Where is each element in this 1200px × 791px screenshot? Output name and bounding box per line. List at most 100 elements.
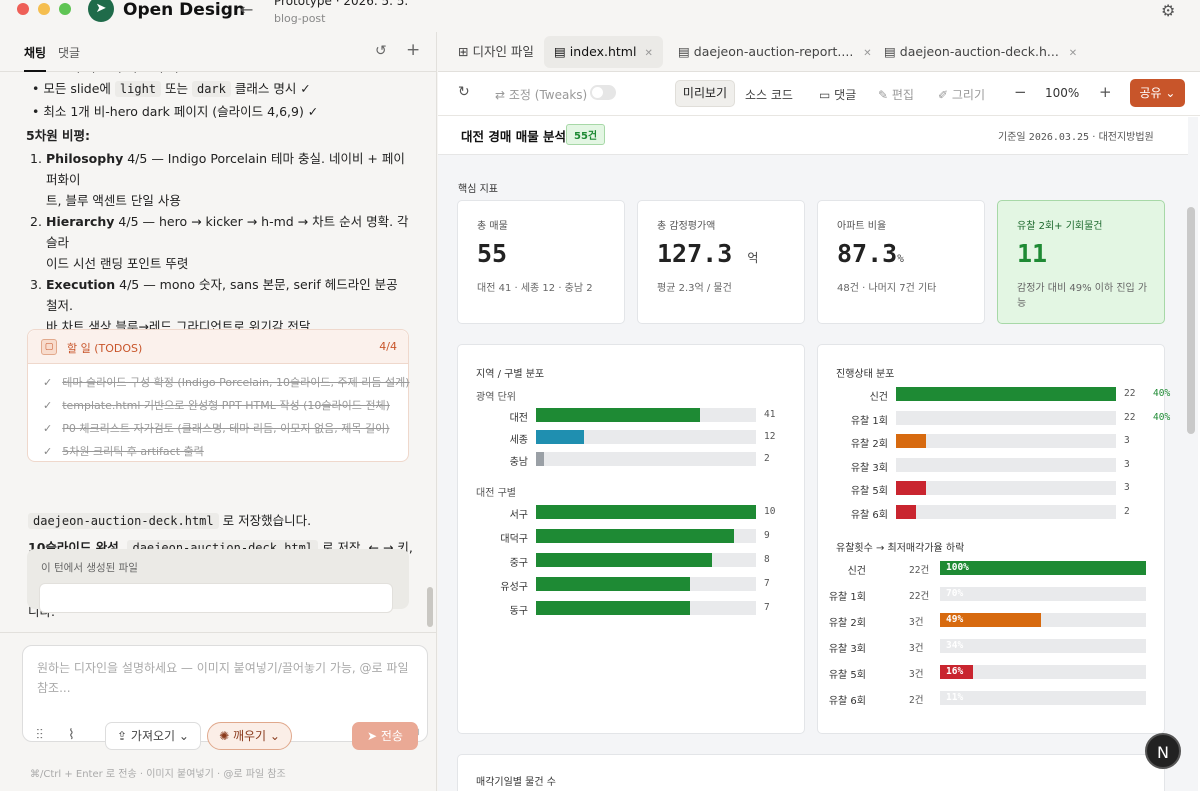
comments-button[interactable]: ▭ 댓글 [819, 86, 856, 103]
close-tab-icon[interactable]: ✕ [644, 48, 652, 59]
file-row[interactable] [39, 583, 393, 613]
todo-text: 5차원 크리틱 후 artifact 출력 [62, 445, 204, 458]
tweaks-label[interactable]: ⇄ 조정 (Tweaks) [495, 86, 587, 103]
source-code-button[interactable]: 소스 코드 [745, 86, 793, 103]
tweaks-toggle[interactable] [590, 85, 616, 100]
district-label: 대전 구별 [476, 488, 516, 499]
todo-checkbox-icon: ▢ [41, 339, 57, 355]
kpi-label: 총 감정평가액 [657, 221, 716, 232]
preview-panel: ⊞ 디자인 파일 ▤ index.html ✕ ▤ daejeon-auctio… [438, 32, 1200, 791]
bar-value-label: 11% [946, 692, 964, 703]
import-button[interactable]: ⇪ 가져오기 ⌄ [105, 722, 201, 750]
bar-track [536, 529, 756, 543]
bar-value-label: 22 [1124, 411, 1136, 423]
attach-paperclip-icon[interactable]: ⌇ [68, 727, 75, 743]
history-icon[interactable]: ↺ [375, 43, 387, 59]
check-icon: ✓ [43, 422, 53, 435]
list-item: • 최소 1개 비-hero dark 페이지 (슬라이드 4,6,9) ✓ [32, 104, 319, 119]
bar-track [536, 553, 756, 567]
zoom-in-icon[interactable]: + [1099, 83, 1112, 101]
bar-value-label: 22 [1124, 388, 1136, 399]
tab-index-html[interactable]: ▤ index.html ✕ [544, 36, 663, 68]
bar-track [896, 434, 1116, 448]
chat-panel: 채팅 댓글 ↺ + • ... ... (...) ... (...) ... … [0, 32, 437, 791]
wake-button[interactable]: ✺ 깨우기 ⌄ [207, 722, 292, 750]
kpi-sub: 대전 41 · 세종 12 · 충남 2 [477, 283, 593, 294]
critique-item: 2. Hierarchy 4/5 — hero → kicker → h-md →… [26, 211, 413, 274]
bar-track [896, 504, 1116, 519]
minimize-window-button[interactable] [38, 3, 50, 15]
todos-card: ▢ 할 일 (TODOS) 4/4 ✓ 테마 슬라이드 구성 확정 (Indigo… [27, 329, 410, 462]
todo-item: ✓ template.html 기반으로 완성형 PPT HTML 작성 (10슬… [43, 397, 390, 413]
chat-scrollbar[interactable] [427, 587, 433, 627]
check-icon: ✓ [43, 376, 53, 389]
count-badge: 55건 [566, 124, 606, 145]
bar-value-label: 3 [1124, 458, 1130, 470]
refresh-icon[interactable]: ↻ [458, 84, 470, 100]
bar [896, 504, 916, 519]
zoom-window-button[interactable] [59, 3, 71, 15]
tab-auction-report[interactable]: ▤ daejeon-auction-report.... ✕ [678, 36, 872, 68]
share-button[interactable]: 공유 ⌄ [1130, 79, 1185, 107]
bar [536, 430, 584, 444]
critique-text-2: 트, 블루 액센트 단일 사용 [46, 193, 181, 208]
bar-value-label: 100% [946, 562, 969, 573]
gear-icon[interactable]: ⚙ [1161, 1, 1175, 20]
critique-item: 1. Philosophy 4/5 — Indigo Porcelain 테마 충… [26, 148, 413, 211]
bar-value-label: 3 [1124, 435, 1130, 446]
preview-scrollbar[interactable] [1187, 207, 1195, 434]
bar [536, 601, 690, 615]
bar-track [536, 601, 756, 615]
send-button[interactable]: ➤ 전송 [352, 722, 418, 750]
bar-value-label: 3 [1124, 482, 1130, 493]
bar-category-label: 유찰 1회 [828, 592, 866, 603]
region-chart-title: 지역 / 구별 분포 [476, 369, 545, 380]
bar-category-label: 유성구 [500, 582, 528, 593]
draw-button[interactable]: ✐ 그리기 [938, 86, 985, 103]
close-tab-icon[interactable]: ✕ [863, 48, 871, 59]
bar-category-label: 유찰 5회 [850, 486, 888, 497]
bar-value-label: 2 [764, 453, 770, 464]
todo-item: ✓ 테마 슬라이드 구성 확정 (Indigo Porcelain, 10슬라이드… [43, 374, 410, 390]
bar-value-label: 49% [946, 614, 964, 625]
bottom-chart-title: 매각기일별 물건 수 [476, 777, 556, 788]
close-tab-icon[interactable]: ✕ [1069, 48, 1077, 59]
bar-category-label: 신건 [847, 566, 866, 577]
date-info: 기준일 2026.03.25 · 대전지방법원 [998, 132, 1154, 143]
bar-track: 49% [940, 613, 1146, 627]
tab-auction-deck[interactable]: ▤ daejeon-auction-deck.h... ✕ [884, 36, 1077, 68]
tab-comments[interactable]: 댓글 [58, 44, 80, 61]
bar [536, 529, 734, 543]
back-arrow-icon[interactable]: ← [240, 0, 253, 19]
bar-track [896, 410, 1116, 425]
bar-category-label: 유찰 5회 [828, 670, 866, 681]
bar-value-label: 7 [764, 578, 770, 589]
bar [896, 457, 926, 472]
settings-sliders-icon[interactable]: ⫶⫶ [36, 727, 43, 743]
bar-track [536, 505, 756, 519]
bar-track [536, 452, 756, 466]
tab-design-files[interactable]: ⊞ 디자인 파일 [458, 36, 534, 68]
bar-count-label: 3건 [909, 617, 924, 628]
bar-track: 100% [940, 561, 1146, 575]
edit-button[interactable]: ✎ 편집 [878, 86, 914, 103]
bar-value-label: 34% [946, 640, 964, 651]
preview-button[interactable]: 미리보기 [675, 80, 735, 107]
close-window-button[interactable] [17, 3, 29, 15]
bar-value-label: 12 [764, 431, 776, 442]
kpi-card-apartment: 아파트 비율 87.3% 48건 · 나머지 7건 기타 [817, 200, 985, 324]
assistant-n-button[interactable]: N [1145, 733, 1181, 769]
bar-value-label: 2 [1124, 505, 1130, 517]
tab-chat[interactable]: 채팅 [24, 44, 47, 72]
bar-value-label: 10 [764, 506, 776, 517]
kpi-value: 11 [1017, 239, 1048, 268]
project-subtitle: blog-post [274, 12, 326, 25]
bar-track: 70% [940, 587, 1146, 601]
title-bar: ➤ Open Design ← Prototype · 2026. 5. 5. … [0, 0, 1200, 32]
new-chat-plus-icon[interactable]: + [406, 40, 420, 60]
composer-hint: ⌘/Ctrl + Enter 로 전송 · 이미지 붙여넣기 · @로 파일 참… [30, 769, 286, 780]
zoom-out-icon[interactable]: − [1014, 83, 1027, 101]
bar-track [896, 457, 1116, 472]
bar-category-label: 유찰 6회 [850, 509, 888, 521]
region-chart-card: 지역 / 구별 분포 광역 단위 대전 구별 대전 41 세종 12 충남 2 서구 10 대… [457, 344, 805, 734]
